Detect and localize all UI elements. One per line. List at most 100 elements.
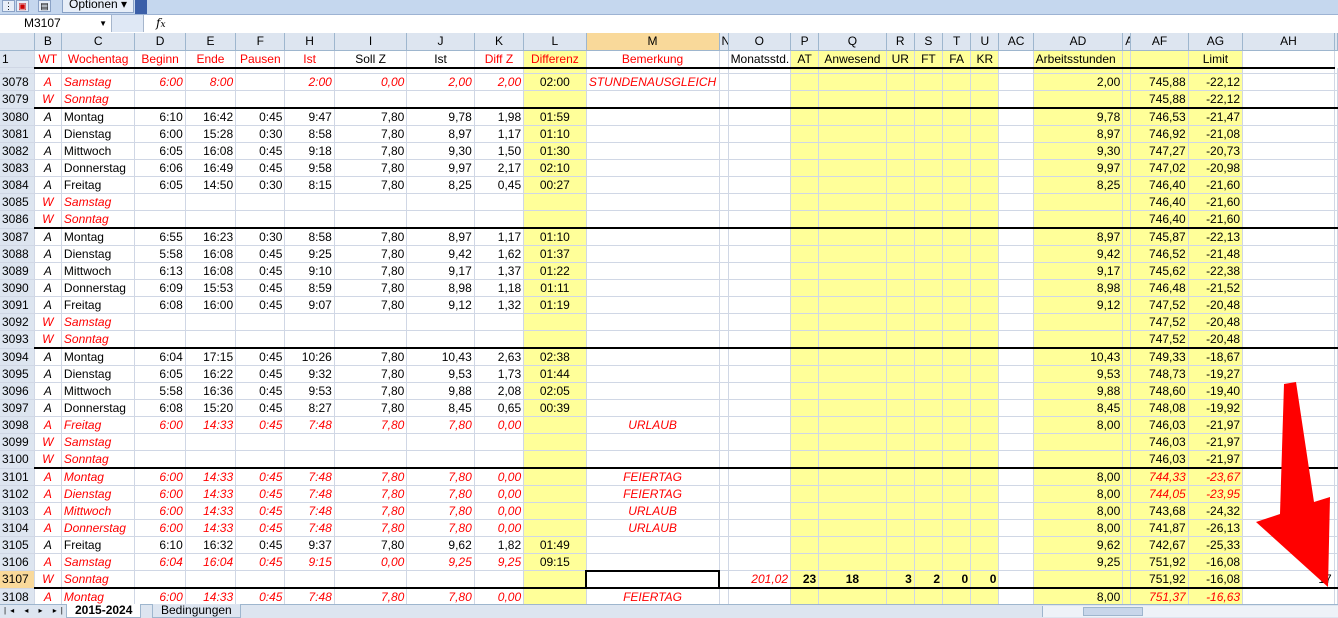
column-header[interactable]: E [185,33,237,51]
ur-cell[interactable]: 3 [886,570,915,589]
ist-time-cell[interactable]: 7:48 [284,519,335,537]
begin-cell[interactable]: 6:10 [134,108,186,126]
ist-time-cell[interactable]: 9:47 [284,108,335,126]
soll-cell[interactable]: 7,80 [334,502,408,520]
monthly-hours-cell[interactable] [728,416,792,434]
wt-cell[interactable]: A [34,365,62,383]
difference-cell[interactable] [523,519,587,537]
cell[interactable] [1122,108,1132,126]
total-hours-cell[interactable]: 746,92 [1130,125,1189,143]
begin-cell[interactable]: 6:00 [134,73,186,91]
column-header[interactable]: AE [1122,33,1132,51]
cell[interactable] [998,485,1034,503]
row-header[interactable]: 3093 [0,330,35,349]
work-hours-cell[interactable]: 8,45 [1033,399,1124,417]
end-cell[interactable]: 17:15 [185,348,237,366]
monthly-hours-cell[interactable] [728,245,792,263]
row-header[interactable]: 3087 [0,228,35,246]
cell[interactable] [1334,399,1338,417]
work-hours-cell[interactable]: 9,12 [1033,296,1124,314]
fa-cell[interactable] [942,262,972,280]
begin-cell[interactable] [134,90,186,109]
at-cell[interactable] [790,125,820,143]
difference-cell[interactable]: 01:10 [523,228,587,246]
ur-cell[interactable] [886,296,915,314]
diff-cell[interactable]: 1,32 [474,296,525,314]
remark-cell[interactable] [586,228,720,246]
spreadsheet-grid[interactable]: BCDEFHIJKLMNOPQRSTUACADAEAFAGAH1WTWochen… [0,33,1338,604]
kr-cell[interactable] [970,330,1000,349]
weekday-cell[interactable]: Mittwoch [61,382,136,400]
cell[interactable] [1122,416,1132,434]
diff-cell[interactable]: 2,00 [474,73,525,91]
pause-cell[interactable] [235,450,286,469]
cell[interactable] [719,193,729,211]
ft-cell[interactable] [914,176,944,194]
row-header[interactable]: 3106 [0,553,35,571]
cell[interactable] [719,519,729,537]
cell[interactable] [1122,399,1132,417]
ah-cell[interactable] [1242,245,1335,263]
at-cell[interactable] [790,330,820,349]
difference-cell[interactable]: 01:19 [523,296,587,314]
column-title[interactable]: Pausen [235,50,286,69]
horizontal-scrollbar[interactable] [1042,606,1338,617]
cell[interactable] [1334,348,1338,366]
soll-cell[interactable]: 7,80 [334,416,408,434]
soll-cell[interactable] [334,330,408,349]
end-cell[interactable] [185,330,237,349]
row-header[interactable]: 3078 [0,73,35,91]
cell[interactable] [719,485,729,503]
cell[interactable] [998,73,1034,91]
end-cell[interactable]: 15:53 [185,279,237,297]
wt-cell[interactable]: A [34,73,62,91]
ist-time-cell[interactable] [284,450,335,469]
ur-cell[interactable] [886,159,915,177]
at-cell[interactable] [790,159,820,177]
ist-time-cell[interactable]: 9:53 [284,382,335,400]
total-hours-cell[interactable]: 746,03 [1130,416,1189,434]
kr-cell[interactable] [970,108,1000,126]
column-header[interactable]: F [235,33,286,51]
ft-cell[interactable] [914,142,944,160]
cell[interactable] [1122,450,1132,469]
at-cell[interactable] [790,399,820,417]
pause-cell[interactable]: 0:45 [235,382,286,400]
cell[interactable] [719,570,729,589]
kr-cell[interactable] [970,296,1000,314]
work-hours-cell[interactable]: 9,53 [1033,365,1124,383]
soll-cell[interactable] [334,210,408,229]
kr-cell[interactable] [970,433,1000,451]
end-cell[interactable] [185,210,237,229]
work-hours-cell[interactable] [1033,90,1124,109]
fa-cell[interactable] [942,159,972,177]
fa-cell[interactable] [942,485,972,503]
ur-cell[interactable] [886,416,915,434]
ah-cell[interactable] [1242,159,1335,177]
diff-cell[interactable]: 1,37 [474,262,525,280]
row-header[interactable]: 3097 [0,399,35,417]
kr-cell[interactable] [970,553,1000,571]
row-header[interactable]: 3100 [0,450,35,469]
cell[interactable] [719,90,729,109]
remark-cell[interactable]: URLAUB [586,502,720,520]
begin-cell[interactable]: 6:00 [134,485,186,503]
ist-decimal-cell[interactable] [406,433,475,451]
soll-cell[interactable]: 7,80 [334,262,408,280]
diff-cell[interactable]: 1,18 [474,279,525,297]
total-hours-cell[interactable]: 747,52 [1130,296,1189,314]
ah-cell[interactable] [1242,536,1335,554]
weekday-cell[interactable]: Samstag [61,193,136,211]
ft-cell[interactable] [914,193,944,211]
monthly-hours-cell[interactable] [728,536,792,554]
cell[interactable] [719,365,729,383]
limit-cell[interactable]: -20,48 [1188,330,1244,349]
work-hours-cell[interactable] [1033,210,1124,229]
at-cell[interactable] [790,193,820,211]
diff-cell[interactable] [474,90,525,109]
pause-cell[interactable]: 0:45 [235,108,286,126]
total-hours-cell[interactable]: 746,03 [1130,450,1189,469]
at-cell[interactable] [790,210,820,229]
cell[interactable] [719,142,729,160]
ft-cell[interactable] [914,108,944,126]
